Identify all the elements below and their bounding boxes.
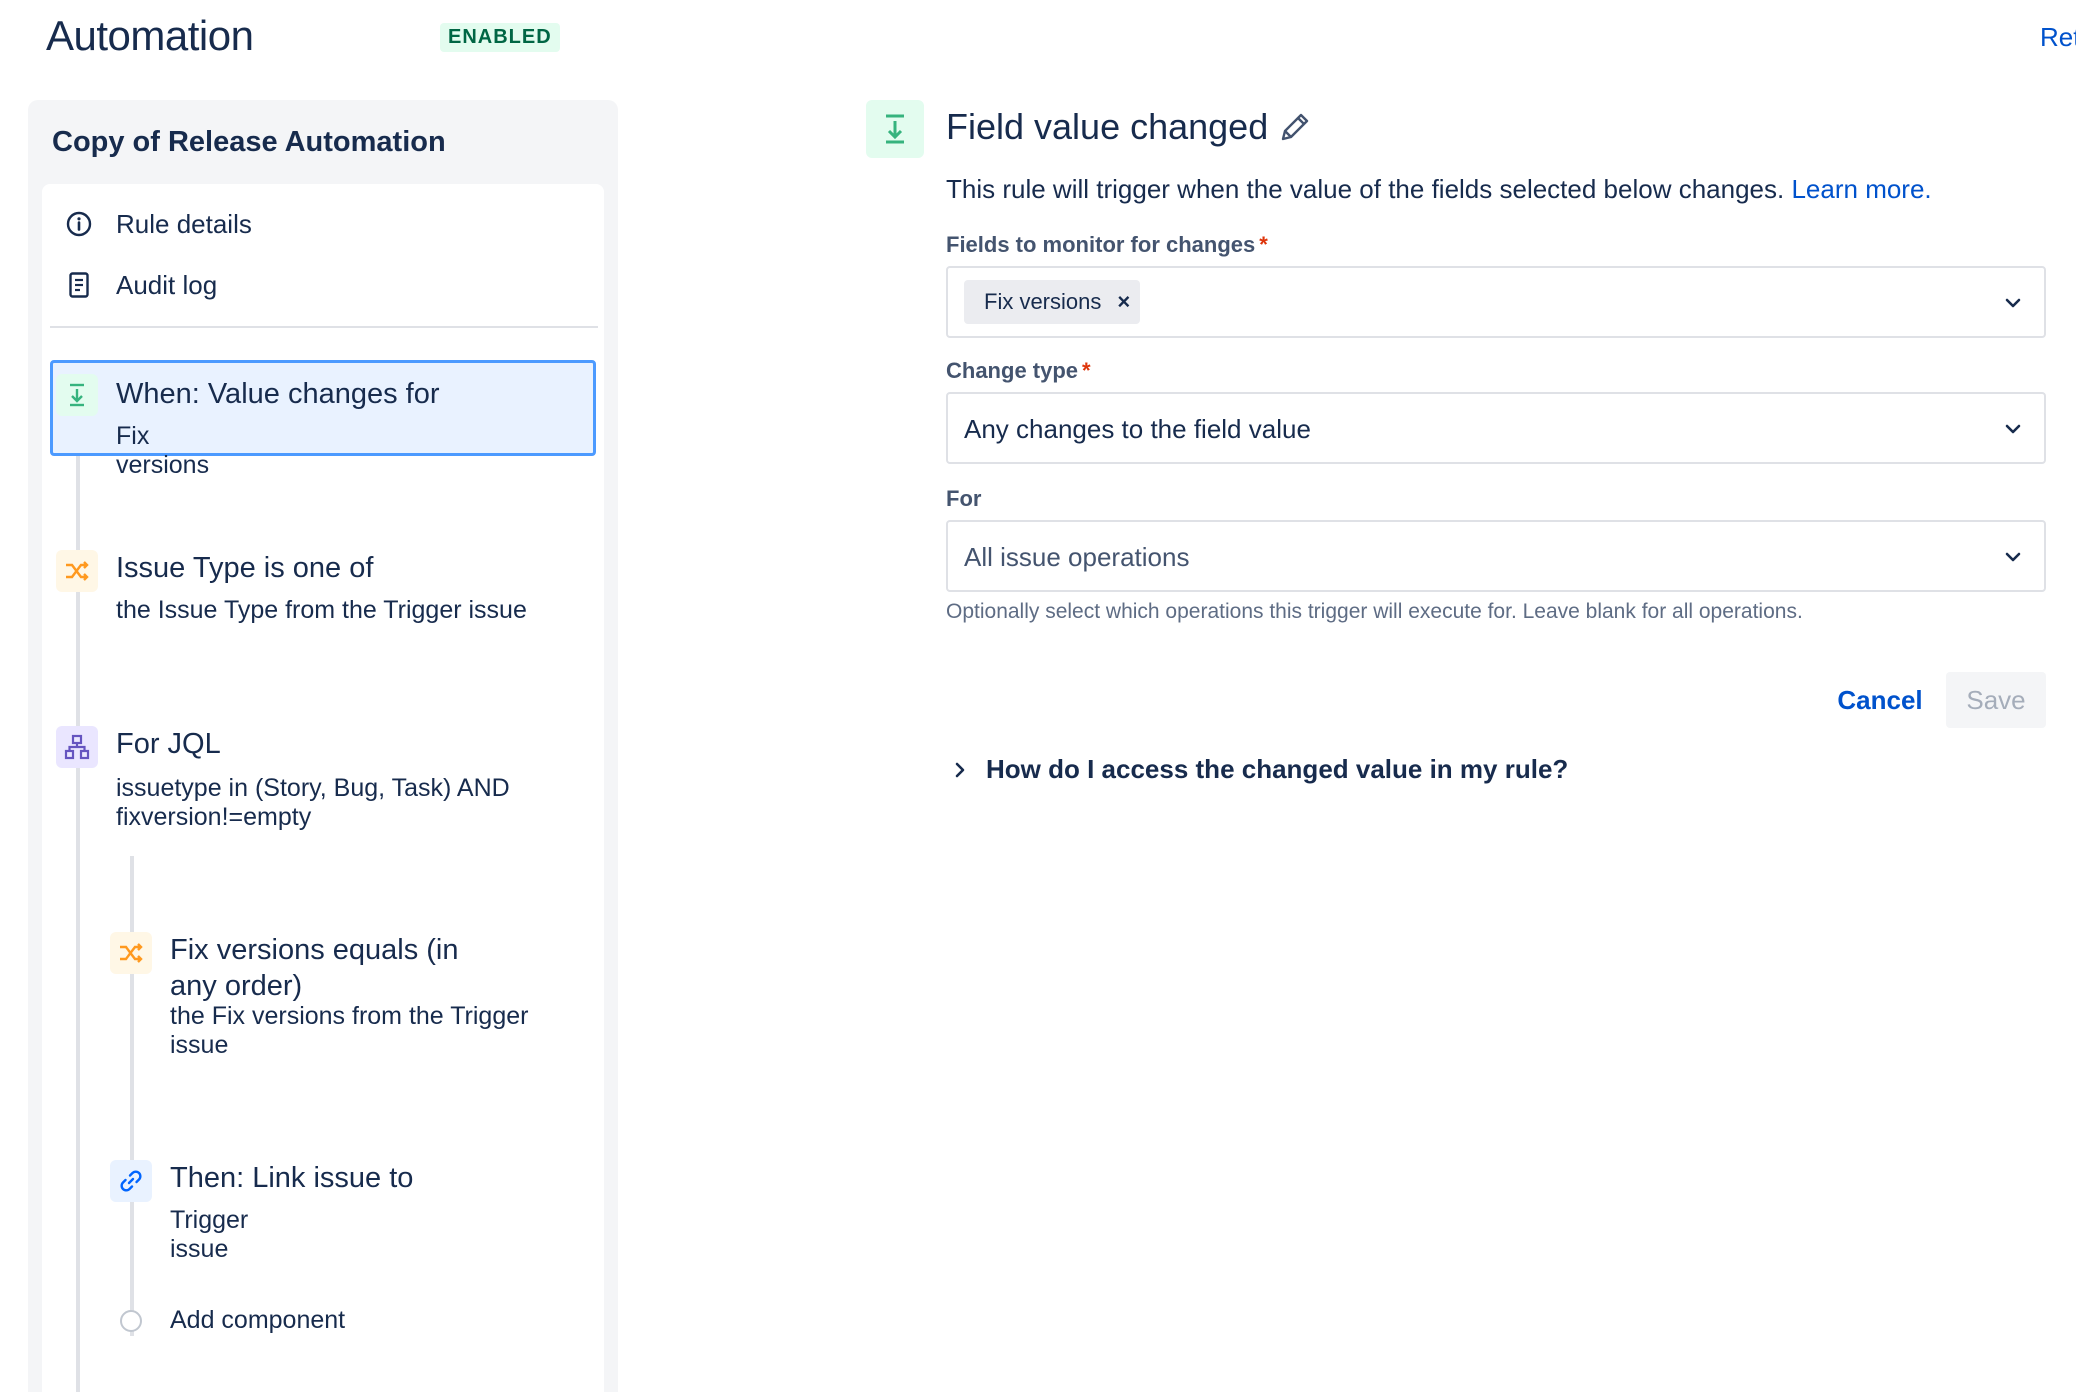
remove-tag-icon[interactable]: × <box>1117 289 1130 315</box>
panel-title: Field value changed <box>946 106 1269 147</box>
step-title: Issue Type is one of <box>116 552 374 584</box>
rule-sidebar: Copy of Release Automation Rule details … <box>28 100 618 1392</box>
pencil-icon[interactable] <box>1278 110 1314 146</box>
learn-more-link[interactable]: Learn more. <box>1791 174 1931 204</box>
nav-label: Rule details <box>116 208 252 239</box>
step-subtitle: Fix versions <box>116 422 210 479</box>
selected-field-tag: Fix versions × <box>964 280 1141 324</box>
for-select[interactable]: All issue operations <box>946 520 2046 592</box>
label-text: Change type <box>946 358 1079 383</box>
nav-audit-log[interactable]: Audit log <box>64 260 217 310</box>
step-subtitle: Trigger issue <box>170 1206 249 1263</box>
panel-description: This rule will trigger when the value of… <box>946 174 1932 205</box>
change-type-value: Any changes to the field value <box>964 414 1311 444</box>
rule-name: Copy of Release Automation <box>52 126 446 158</box>
nav-divider <box>50 326 598 328</box>
faq-label: How do I access the changed value in my … <box>986 754 1569 784</box>
nav-rule-details[interactable]: Rule details <box>64 199 252 249</box>
shuffle-icon <box>56 550 98 592</box>
automation-page: Automation ENABLED Ret Copy of Release A… <box>0 0 2076 1392</box>
chevron-down-icon[interactable] <box>2002 418 2024 440</box>
chevron-down-icon[interactable] <box>2002 546 2024 568</box>
required-marker: * <box>1259 232 1268 257</box>
cancel-button[interactable]: Cancel <box>1820 672 1940 728</box>
save-button[interactable]: Save <box>1946 672 2046 728</box>
fields-monitor-select[interactable]: Fix versions × <box>946 266 2046 338</box>
branch-connector <box>130 856 134 1336</box>
for-placeholder: All issue operations <box>964 542 1190 572</box>
description-text: This rule will trigger when the value of… <box>946 174 1785 204</box>
step-title: Then: Link issue to <box>170 1162 414 1194</box>
for-label: For <box>946 486 982 511</box>
for-help-text: Optionally select which operations this … <box>946 600 1803 623</box>
step-subtitle: the Issue Type from the Trigger issue <box>116 596 527 624</box>
fields-monitor-label: Fields to monitor for changes * <box>946 232 1268 258</box>
chevron-down-icon[interactable] <box>2002 292 2024 314</box>
step-title: Fix versions equals (in any order) <box>170 934 459 1002</box>
document-icon <box>64 270 94 300</box>
branch-icon <box>56 726 98 768</box>
step-title: For JQL <box>116 728 221 760</box>
nav-label: Audit log <box>116 269 218 300</box>
change-type-select[interactable]: Any changes to the field value <box>946 392 2046 464</box>
trigger-icon <box>866 100 924 158</box>
tag-label: Fix versions <box>984 289 1102 314</box>
rule-components-card: Rule details Audit log When: Value chang… <box>42 184 604 1392</box>
change-type-label: Change type * <box>946 358 1091 384</box>
info-icon <box>64 209 94 239</box>
chevron-right-icon <box>955 762 965 777</box>
required-marker: * <box>1082 358 1091 383</box>
shuffle-icon <box>110 932 152 974</box>
page-title: Automation <box>46 12 254 59</box>
status-badge: ENABLED <box>440 23 560 52</box>
header-link[interactable]: Ret <box>2040 22 2076 53</box>
add-component-circle-icon <box>120 1310 142 1332</box>
faq-expander[interactable]: How do I access the changed value in my … <box>950 754 1568 785</box>
trigger-icon <box>56 374 98 416</box>
flow-connector <box>76 456 80 1392</box>
step-subtitle: the Fix versions from the Trigger issue <box>170 1002 529 1059</box>
add-component-label: Add component <box>170 1306 346 1334</box>
step-subtitle: issuetype in (Story, Bug, Task) AND fixv… <box>116 774 510 831</box>
link-icon <box>110 1160 152 1202</box>
label-text: Fields to monitor for changes <box>946 232 1256 257</box>
step-title: When: Value changes for <box>116 378 440 410</box>
